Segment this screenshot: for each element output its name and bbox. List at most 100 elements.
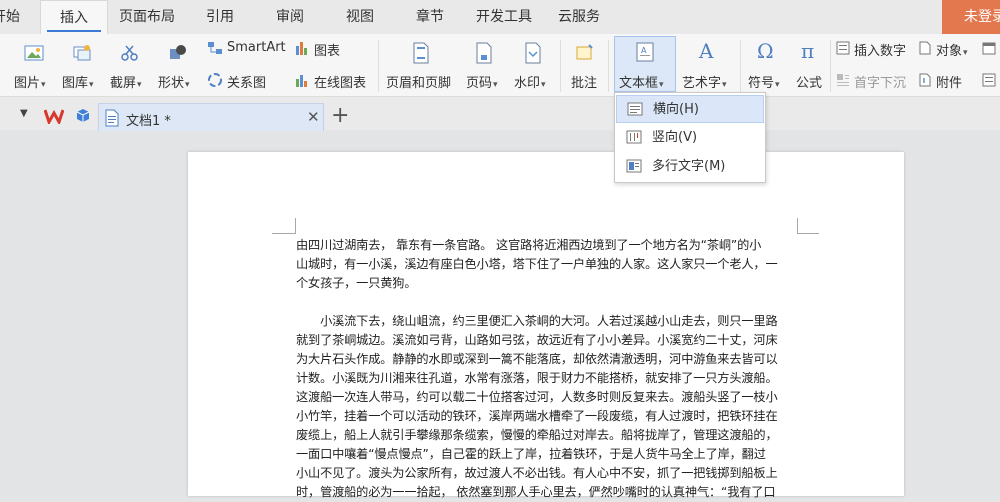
login-button[interactable]: 未登录 [942,0,1000,34]
insert-number-label: 插入数字 [854,44,907,59]
ribbon-divider [608,40,609,92]
attachment-label: 附件 [936,76,963,91]
picture-button[interactable]: 图片▾ [14,72,46,91]
insert-number-button[interactable]: 插入数字 [854,40,906,59]
page-number-label: 页码 [466,76,493,91]
crop-mark [797,218,798,234]
textbox-button[interactable]: 文本框▾ [619,72,664,91]
header-footer-button[interactable]: 页眉和页脚 [386,72,451,91]
chart-icon [296,42,307,55]
tab-label: 开发工具 [476,9,532,25]
pi-icon: π [801,40,814,62]
attachment-button[interactable]: 附件 [936,72,962,91]
drop-cap-icon [837,74,849,86]
textbox-dropdown-menu: 横向(H) 竖向(V) 多行文字(M) [614,92,766,183]
text-line: 由四川过湖南去， 靠东有一条官路。 这官路将近湘西边境到了一个地方名为“茶峒”的… [296,238,762,252]
tab-review[interactable]: 审阅 [276,0,304,34]
tab-page-layout[interactable]: 页面布局 [119,0,175,34]
text-line: 就到了茶峒城边。溪流如弓背，山路如弓弦，故远近有了小小差异。小溪宽约二十丈，河床 [296,333,778,347]
tab-section[interactable]: 章节 [416,0,444,34]
symbol-button[interactable]: 符号▾ [748,72,780,91]
online-chart-icon [296,75,307,87]
shape-label: 形状 [158,76,185,91]
online-chart-button[interactable]: 在线图表 [314,72,366,91]
tab-label: 视图 [346,9,374,25]
omega-icon: Ω [757,40,774,62]
watermark-button[interactable]: 水印▾ [514,72,546,91]
tab-label: 审阅 [276,9,304,25]
scissors-icon [121,45,138,61]
chart-button[interactable]: 图表 [314,40,340,59]
tab-view[interactable]: 视图 [346,0,374,34]
menu-item-horizontal[interactable]: 横向(H) [616,95,764,123]
header-footer-icon [413,42,429,64]
document-part-icon [982,73,996,87]
document-tab-title: 文档1 * [126,110,171,129]
gallery-label: 图库 [62,76,89,91]
drop-cap-label: 首字下沉 [854,76,907,91]
tab-label: 插入 [60,10,88,26]
tab-developer[interactable]: 开发工具 [476,0,532,34]
comment-icon [576,44,593,60]
text-line: 小竹竿，挂着一个可以活动的铁环，溪岸两端水槽牵了一段废缆，有人过渡时，把铁环挂在 [296,409,778,423]
smartart-icon [208,42,222,54]
new-tab-icon[interactable]: + [331,103,349,128]
tab-references[interactable]: 引用 [206,0,234,34]
document-title-label: 文档1 * [126,114,171,129]
page-number-button[interactable]: 页码▾ [466,72,498,91]
wordart-label: 艺术字 [682,76,722,91]
tab-label: 云服务 [558,9,600,25]
ribbon-divider [560,40,561,92]
relation-icon [208,73,222,87]
object-icon [919,41,931,55]
wps-logo-icon[interactable] [44,108,64,124]
ribbon-divider [378,40,379,92]
picture-icon [24,45,44,61]
object-button[interactable]: 对象▾ [936,40,968,59]
text-line: 一面口中嚷着“慢点慢点”，自己霍的跃上了岸，拉着铁环，于是人货牛马全上了岸，翻过 [296,447,766,461]
cube-icon[interactable] [76,108,90,124]
close-tab-icon[interactable]: ✕ [307,108,320,126]
symbol-label: 符号 [748,76,775,91]
text-line: 个女孩子，一只黄狗。 [296,276,417,290]
menu-item-vertical[interactable]: 竖向(V) [616,124,764,152]
drop-cap-button[interactable]: 首字下沉 [854,72,906,91]
tab-insert[interactable]: 插入 [40,0,108,34]
page-number-icon [476,42,492,64]
shape-button[interactable]: 形状▾ [158,72,190,91]
watermark-label: 水印 [514,76,541,91]
textbox-icon: A [636,42,654,62]
comment-button[interactable]: 批注 [571,72,597,91]
wordart-button[interactable]: 艺术字▾ [682,72,727,91]
tab-cloud[interactable]: 云服务 [558,0,600,34]
text-line: 计数。小溪既为川湘来往孔道，水常有涨落，限于财力不能搭桥，就安排了一只方头渡船。 [296,371,778,385]
menu-item-label: 横向(H) [653,102,699,117]
vertical-textbox-icon [626,130,642,144]
smartart-button[interactable]: SmartArt [227,40,286,55]
ribbon-divider [740,40,741,92]
svg-text:π: π [801,40,814,62]
formula-button[interactable]: 公式 [796,72,822,91]
paragraph-1: 由四川过湖南去， 靠东有一条官路。 这官路将近湘西边境到了一个地方名为“茶峒”的… [296,236,801,293]
formula-label: 公式 [796,76,823,91]
tab-label: 引用 [206,9,234,25]
login-label: 未登录 [964,9,1000,25]
wordart-icon: A [698,40,714,62]
picture-label: 图片 [14,76,41,91]
horizontal-textbox-icon [627,102,643,116]
relation-button[interactable]: 关系图 [227,72,266,91]
menu-item-multiline[interactable]: 多行文字(M) [616,153,764,181]
svg-text:A: A [698,40,714,62]
ribbon-tab-bar: 开始 插入 页面布局 引用 审阅 视图 章节 开发工具 云服务 未登录 [0,0,1000,34]
tab-list-dropdown-icon[interactable]: ▼ [20,108,28,119]
object-label: 对象 [936,44,963,59]
paragraph-2: 小溪流下去，绕山岨流，约三里便汇入茶峒的大河。人若过溪越小山走去，则只一里路 就… [296,312,801,502]
crop-mark [272,233,296,234]
text-line: 时，管渡船的必为一一拾起， 依然塞到那人手心里去，俨然吵嘴时的认真神气：“我有了… [296,485,776,499]
gallery-button[interactable]: 图库▾ [62,72,94,91]
tab-label: 页面布局 [119,9,175,25]
svg-text:Ω: Ω [757,40,774,62]
shape-icon [170,45,186,59]
text-line: 小山不见了。渡头为公家所有，故过渡人不必出钱。有人心中不安，抓了一把钱掷到船板上 [296,466,778,480]
screenshot-button[interactable]: 截屏▾ [110,72,142,91]
